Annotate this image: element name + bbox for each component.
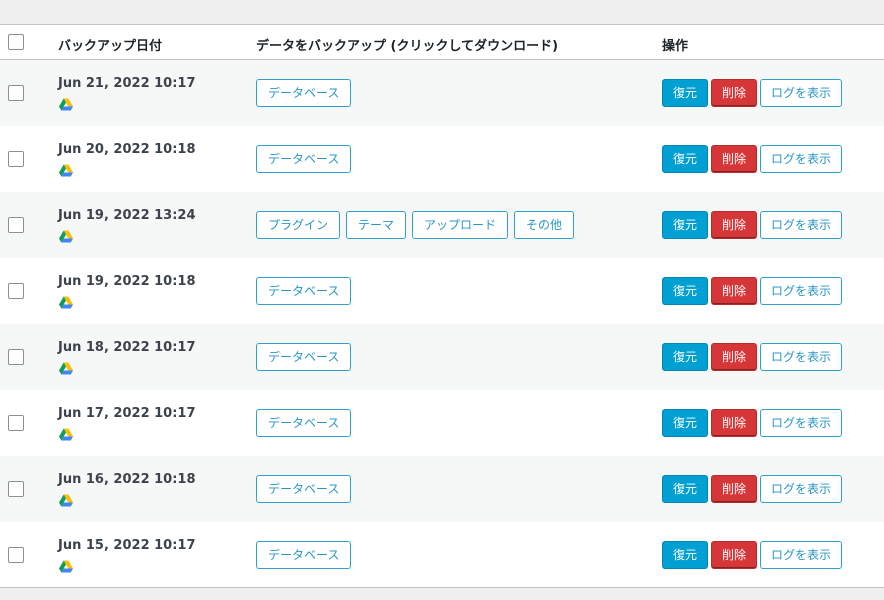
view-log-button[interactable]: ログを表示 (760, 475, 843, 503)
download-items: プラグイン テーマ アップロード その他 (256, 211, 575, 239)
row-actions: 復元 削除 ログを表示 (662, 343, 843, 371)
download-items: データベース (256, 409, 352, 437)
row-checkbox[interactable] (8, 283, 24, 299)
google-drive-icon (59, 362, 73, 375)
row-checkbox[interactable] (8, 349, 24, 365)
download-items: データベース (256, 79, 352, 107)
backup-date: Jun 17, 2022 10:17 (58, 406, 196, 421)
table-row: Jun 19, 2022 13:24 プラグイン テーマ アップロード その他 復元 削除ロ… (0, 192, 884, 258)
delete-button[interactable]: 削除 (711, 277, 758, 305)
view-log-button[interactable]: ログを表示 (760, 79, 843, 107)
google-drive-icon (59, 98, 73, 111)
backup-date: Jun 19, 2022 13:24 (58, 208, 196, 223)
table-row: Jun 20, 2022 10:18 データベース 復元 削除 ログを表示 (0, 126, 884, 192)
table-row: Jun 16, 2022 10:18 データベース 復元 削除 ログを表示 (0, 456, 884, 522)
download-item-button[interactable]: データベース (256, 409, 352, 437)
backup-date: Jun 20, 2022 10:18 (58, 142, 196, 157)
header-actions: 操作 (662, 39, 689, 54)
download-item-button[interactable]: データベース (256, 475, 352, 503)
view-log-button[interactable]: ログを表示 (760, 343, 843, 371)
row-actions: 復元 削除 ログを表示 (662, 409, 843, 437)
download-item-button[interactable]: データベース (256, 79, 352, 107)
row-checkbox[interactable] (8, 217, 24, 233)
google-drive-icon (59, 560, 73, 573)
row-actions: 復元 削除 ログを表示 (662, 277, 843, 305)
download-items: データベース (256, 277, 352, 305)
row-actions: 復元 削除 ログを表示 (662, 79, 843, 107)
backup-date: Jun 16, 2022 10:18 (58, 472, 196, 487)
download-item-button[interactable]: データベース (256, 145, 352, 173)
google-drive-icon (59, 494, 73, 507)
select-all-checkbox[interactable] (8, 34, 24, 50)
restore-button[interactable]: 復元 (662, 475, 709, 503)
view-log-button[interactable]: ログを表示 (760, 145, 843, 173)
backup-date: Jun 21, 2022 10:17 (58, 76, 196, 91)
download-items: データベース (256, 145, 352, 173)
row-actions: 復元 削除 ログを表示 (662, 211, 843, 239)
view-log-button[interactable]: ログを表示 (760, 211, 843, 239)
row-checkbox[interactable] (8, 547, 24, 563)
download-items: データベース (256, 475, 352, 503)
row-checkbox[interactable] (8, 85, 24, 101)
download-items: データベース (256, 343, 352, 371)
row-checkbox[interactable] (8, 481, 24, 497)
table-row: Jun 18, 2022 10:17 データベース 復元 削除 ログを表示 (0, 324, 884, 390)
delete-button[interactable]: 削除 (711, 475, 758, 503)
backup-date: Jun 18, 2022 10:17 (58, 340, 196, 355)
view-log-button[interactable]: ログを表示 (760, 541, 843, 569)
restore-button[interactable]: 復元 (662, 343, 709, 371)
restore-button[interactable]: 復元 (662, 541, 709, 569)
download-item-button[interactable]: データベース (256, 277, 352, 305)
google-drive-icon (59, 164, 73, 177)
backup-date: Jun 15, 2022 10:17 (58, 538, 196, 553)
restore-button[interactable]: 復元 (662, 145, 709, 173)
download-item-button[interactable]: その他 (514, 211, 575, 239)
delete-button[interactable]: 削除 (711, 211, 758, 239)
google-drive-icon (59, 428, 73, 441)
download-items: データベース (256, 541, 352, 569)
table-row: Jun 19, 2022 10:18 データベース 復元 削除 ログを表示 (0, 258, 884, 324)
delete-button[interactable]: 削除 (711, 145, 758, 173)
restore-button[interactable]: 復元 (662, 79, 709, 107)
restore-button[interactable]: 復元 (662, 409, 709, 437)
view-log-button[interactable]: ログを表示 (760, 277, 843, 305)
download-item-button[interactable]: アップロード (412, 211, 509, 239)
backup-date: Jun 19, 2022 10:18 (58, 274, 196, 289)
download-item-button[interactable]: データベース (256, 541, 352, 569)
row-checkbox[interactable] (8, 151, 24, 167)
header-backup-data: データをバックアップ (クリックしてダウンロード) (256, 39, 559, 54)
delete-button[interactable]: 削除 (711, 541, 758, 569)
delete-button[interactable]: 削除 (711, 343, 758, 371)
row-actions: 復元 削除 ログを表示 (662, 475, 843, 503)
row-checkbox[interactable] (8, 415, 24, 431)
backup-table: バックアップ日付 データをバックアップ (クリックしてダウンロード) 操作 Ju… (0, 24, 884, 588)
table-header: バックアップ日付 データをバックアップ (クリックしてダウンロード) 操作 (0, 25, 884, 60)
row-actions: 復元 削除 ログを表示 (662, 145, 843, 173)
google-drive-icon (59, 230, 73, 243)
google-drive-icon (59, 296, 73, 309)
table-row: Jun 15, 2022 10:17 データベース 復元 削除 ログを表示 (0, 522, 884, 588)
row-actions: 復元 削除 ログを表示 (662, 541, 843, 569)
view-log-button[interactable]: ログを表示 (760, 409, 843, 437)
download-item-button[interactable]: テーマ (346, 211, 407, 239)
restore-button[interactable]: 復元 (662, 211, 709, 239)
table-row: Jun 17, 2022 10:17 データベース 復元 削除 ログを表示 (0, 390, 884, 456)
download-item-button[interactable]: プラグイン (256, 211, 341, 239)
delete-button[interactable]: 削除 (711, 409, 758, 437)
download-item-button[interactable]: データベース (256, 343, 352, 371)
restore-button[interactable]: 復元 (662, 277, 709, 305)
header-backup-date: バックアップ日付 (58, 39, 163, 54)
table-row: Jun 21, 2022 10:17 データベース 復元 削除 ログを表示 (0, 60, 884, 126)
table-body: Jun 21, 2022 10:17 データベース 復元 削除 ログを表示 Jun 20,… (0, 60, 884, 588)
delete-button[interactable]: 削除 (711, 79, 758, 107)
